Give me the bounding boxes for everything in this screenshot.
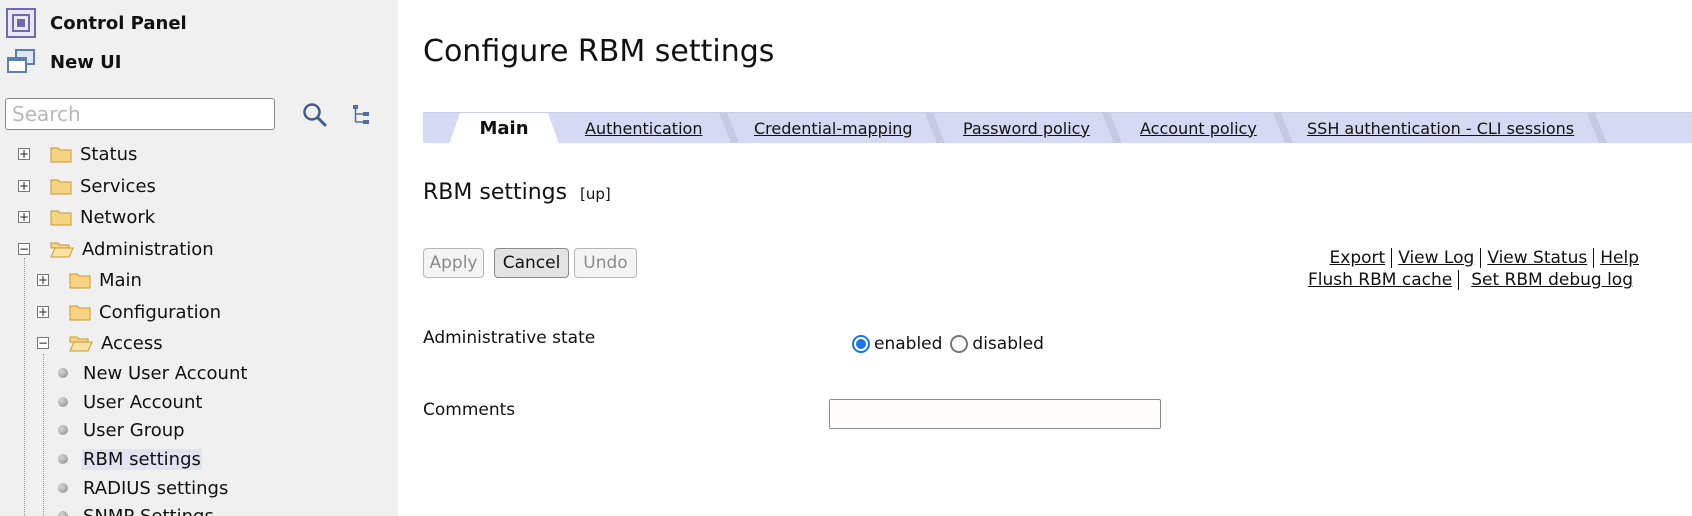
cancel-button[interactable]: Cancel — [494, 248, 569, 278]
tab-ssh-authentication[interactable]: SSH authentication - CLI sessions — [1307, 113, 1574, 143]
tab-account-policy[interactable]: Account policy — [1140, 113, 1257, 143]
folder-icon — [50, 147, 72, 163]
bullet-icon — [58, 397, 68, 407]
tree-node-label: Status — [80, 143, 138, 165]
view-status-link[interactable]: View Status — [1487, 248, 1587, 268]
link-separator — [1391, 248, 1393, 268]
tab-password-policy[interactable]: Password policy — [963, 113, 1090, 143]
tree-node-network[interactable]: + Network — [18, 203, 155, 231]
tree-leaf-label: SNMP Settings — [83, 505, 214, 516]
bullet-icon — [58, 511, 68, 516]
comments-input[interactable] — [829, 399, 1161, 429]
tree-node-label: Configuration — [99, 301, 222, 323]
disabled-radio[interactable] — [950, 335, 969, 353]
tree-node-label: Main — [99, 269, 142, 291]
windows-icon — [7, 49, 35, 73]
action-links-row-2: Flush RBM cache Set RBM debug log — [1308, 270, 1633, 290]
expand-icon[interactable]: + — [18, 180, 30, 192]
tab-separator — [719, 113, 739, 143]
tree-leaf-user-group[interactable]: User Group — [58, 417, 186, 443]
set-rbm-debug-log-link[interactable]: Set RBM debug log — [1471, 270, 1633, 290]
enabled-radio[interactable] — [852, 335, 870, 353]
sidebar: Control Panel New UI + Status + — [0, 0, 398, 516]
expand-icon[interactable]: + — [37, 274, 49, 286]
folder-icon — [50, 210, 72, 226]
page-title: Configure RBM settings — [423, 34, 775, 69]
tree-node-main[interactable]: + Main — [37, 266, 142, 294]
apply-button[interactable]: Apply — [423, 248, 484, 278]
folder-icon — [69, 305, 91, 321]
tab-bar: Main Authentication Credential-mapping P… — [423, 112, 1692, 144]
tree-guide-line — [24, 258, 25, 516]
bullet-icon — [58, 425, 68, 435]
bullet-icon — [58, 483, 68, 493]
tree-node-status[interactable]: + Status — [18, 140, 137, 168]
tab-authentication[interactable]: Authentication — [585, 113, 702, 143]
new-ui-label: New UI — [50, 51, 122, 73]
flush-rbm-cache-link[interactable]: Flush RBM cache — [1308, 270, 1452, 290]
tree-leaf-user-account[interactable]: User Account — [58, 389, 203, 415]
tree-leaf-label: New User Account — [83, 362, 248, 384]
tree-leaf-rbm-settings[interactable]: RBM settings — [58, 446, 202, 472]
expand-icon[interactable]: + — [18, 211, 30, 223]
collapse-icon[interactable]: − — [18, 243, 30, 255]
folder-icon — [50, 179, 72, 195]
control-panel-label: Control Panel — [50, 12, 187, 34]
tree-node-label: Access — [101, 332, 163, 354]
tree-leaf-label: User Group — [83, 419, 185, 441]
tree-leaf-label: RBM settings — [82, 448, 202, 470]
tree-node-access[interactable]: − Access — [37, 329, 163, 357]
folder-open-icon — [50, 242, 74, 258]
tree-leaf-label: RADIUS settings — [83, 477, 229, 499]
help-link[interactable]: Help — [1600, 248, 1639, 268]
up-link[interactable]: [up] — [580, 185, 611, 203]
tree-view-icon[interactable] — [352, 104, 372, 126]
tree-node-services[interactable]: + Services — [18, 172, 156, 200]
collapse-icon[interactable]: − — [37, 337, 49, 349]
folder-icon — [69, 273, 91, 289]
admin-state-label: Administrative state — [423, 328, 596, 348]
new-ui-link[interactable]: New UI — [6, 48, 121, 76]
tree-node-label: Network — [80, 206, 156, 228]
comments-label: Comments — [423, 400, 516, 420]
search-box — [5, 98, 275, 130]
export-link[interactable]: Export — [1330, 248, 1386, 268]
tree-guide-line — [43, 354, 44, 516]
tab-separator — [1102, 113, 1122, 143]
bullet-icon — [58, 368, 68, 378]
tab-separator — [1273, 113, 1293, 143]
tree-leaf-label: User Account — [83, 391, 203, 413]
expand-icon[interactable]: + — [18, 148, 30, 160]
tab-main[interactable]: Main — [449, 113, 559, 144]
tree-node-label: Services — [80, 175, 156, 197]
tab-separator — [1587, 113, 1607, 143]
enabled-radio-label[interactable]: enabled — [874, 334, 942, 354]
admin-state-radio-group: enabled disabled — [852, 334, 1052, 354]
tab-credential-mapping[interactable]: Credential-mapping — [754, 113, 913, 143]
control-panel-icon — [6, 8, 36, 38]
search-icon[interactable] — [302, 102, 328, 128]
action-links-row-1: Export View Log View Status Help — [1330, 248, 1639, 268]
tree-node-configuration[interactable]: + Configuration — [37, 298, 221, 326]
link-separator — [1480, 248, 1482, 268]
tab-separator — [925, 113, 945, 143]
control-panel-link[interactable]: Control Panel — [6, 8, 187, 38]
undo-button[interactable]: Undo — [574, 248, 637, 278]
tree-node-administration[interactable]: − Administration — [18, 235, 214, 263]
bullet-icon — [58, 454, 68, 464]
view-log-link[interactable]: View Log — [1398, 248, 1474, 268]
link-separator — [1458, 270, 1460, 290]
expand-icon[interactable]: + — [37, 306, 49, 318]
tree-node-label: Administration — [82, 238, 214, 260]
tree-leaf-radius-settings[interactable]: RADIUS settings — [58, 475, 229, 501]
tree-leaf-snmp-settings[interactable]: SNMP Settings — [58, 503, 215, 516]
disabled-radio-label[interactable]: disabled — [972, 334, 1044, 354]
search-input[interactable] — [5, 98, 275, 130]
section-title: RBM settings — [423, 180, 568, 205]
tree-leaf-new-user-account[interactable]: New User Account — [58, 360, 248, 386]
link-separator — [1593, 248, 1595, 268]
folder-open-icon — [69, 336, 93, 352]
